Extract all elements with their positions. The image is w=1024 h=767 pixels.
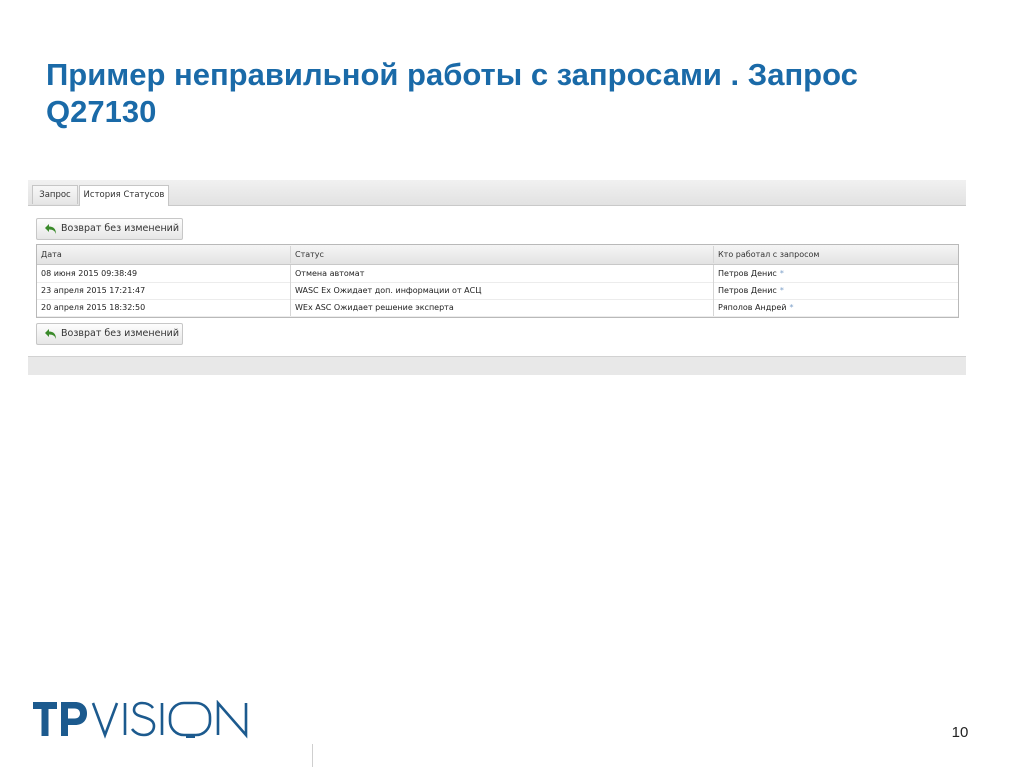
- user-name: Петров Денис: [718, 286, 777, 295]
- cell-user: Петров Денис *: [713, 265, 958, 282]
- cell-date: 08 июня 2015 09:38:49: [41, 269, 138, 278]
- return-unchanged-button[interactable]: Возврат без изменений: [36, 218, 183, 240]
- return-unchanged-button-bottom[interactable]: Возврат без изменений: [36, 323, 183, 345]
- cell-user: Ряполов Андрей *: [713, 299, 958, 316]
- app-screenshot: Запрос История Статусов Возврат без изме…: [28, 180, 966, 375]
- slide-title: Пример неправильной работы с запросами .…: [46, 57, 858, 129]
- panel-footer-strip: [28, 356, 966, 375]
- status-history-table: Дата Статус Кто работал с запросом 08 ию…: [36, 244, 959, 318]
- return-unchanged-label: Возврат без изменений: [61, 328, 180, 339]
- tpvision-logo: [33, 700, 248, 739]
- table-row[interactable]: 20 апреля 2015 18:32:50 WEx ASC Ожидает …: [37, 299, 958, 317]
- column-header-status[interactable]: Статус: [290, 246, 713, 263]
- footer-divider: [312, 744, 313, 767]
- cell-date: 23 апреля 2015 17:21:47: [41, 286, 146, 295]
- cell-date: 20 апреля 2015 18:32:50: [41, 303, 146, 312]
- user-marker: *: [779, 286, 784, 295]
- cell-user: Петров Денис *: [713, 282, 958, 299]
- user-name: Ряполов Андрей: [718, 303, 787, 312]
- undo-arrow-icon: [45, 224, 56, 234]
- user-name: Петров Денис: [718, 269, 777, 278]
- user-marker: *: [789, 303, 794, 312]
- table-row[interactable]: 08 июня 2015 09:38:49 Отмена автомат Пет…: [37, 265, 958, 283]
- table-row[interactable]: 23 апреля 2015 17:21:47 WASC Ex Ожидает …: [37, 282, 958, 300]
- cell-status: Отмена автомат: [290, 265, 713, 282]
- cell-status: WASC Ex Ожидает доп. информации от АСЦ: [290, 282, 713, 299]
- tab-status-history[interactable]: История Статусов: [79, 185, 169, 206]
- return-unchanged-label: Возврат без изменений: [61, 223, 180, 234]
- user-marker: *: [779, 269, 784, 278]
- table-header: Дата Статус Кто работал с запросом: [37, 245, 958, 265]
- column-header-date[interactable]: Дата: [37, 246, 290, 263]
- cell-status: WEx ASC Ожидает решение эксперта: [290, 299, 713, 316]
- tab-request[interactable]: Запрос: [32, 185, 78, 204]
- column-header-user[interactable]: Кто работал с запросом: [713, 246, 958, 263]
- page-number: 10: [951, 724, 969, 741]
- undo-arrow-icon: [45, 329, 56, 339]
- tab-bar: Запрос История Статусов: [28, 180, 966, 206]
